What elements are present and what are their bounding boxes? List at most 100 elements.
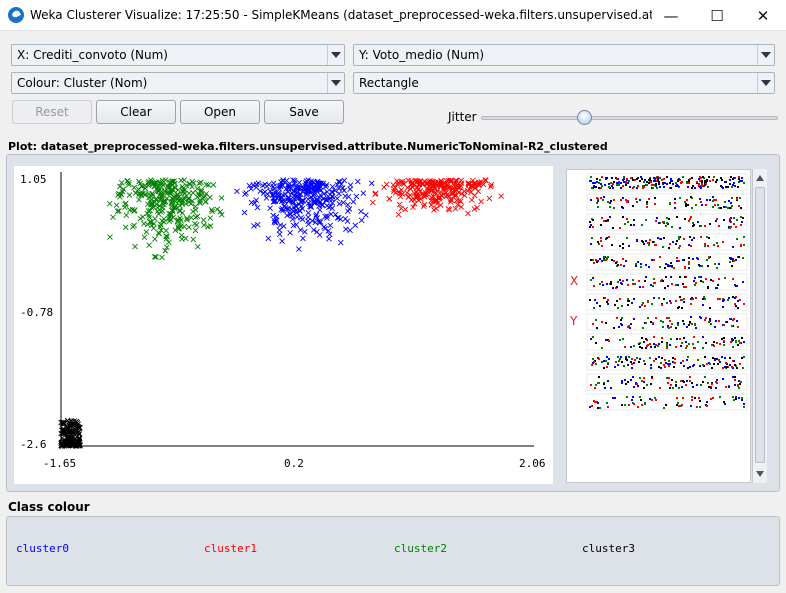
attribute-point	[627, 364, 629, 366]
legend-cluster1[interactable]: cluster1	[204, 542, 257, 555]
attribute-point	[643, 181, 645, 183]
attribute-point	[603, 360, 605, 362]
attribute-point	[724, 357, 726, 359]
y-axis-select[interactable]: Y: Voto_medio (Num)	[353, 44, 775, 66]
colour-select[interactable]: Colour: Cluster (Nom)	[11, 72, 345, 94]
cluster0-point	[352, 222, 359, 229]
scroll-down-icon[interactable]	[756, 471, 764, 477]
attribute-point	[596, 178, 598, 180]
attribute-point	[625, 199, 627, 201]
reset-button[interactable]: Reset	[12, 100, 92, 124]
cluster2-point	[190, 208, 196, 215]
attribute-point	[670, 262, 672, 264]
jitter-slider[interactable]	[481, 116, 778, 120]
attribute-point	[676, 397, 678, 399]
attribute-point	[619, 227, 621, 229]
attribute-point	[622, 280, 624, 282]
cluster0-point	[321, 224, 327, 230]
attribute-point	[632, 205, 634, 207]
attribute-point	[601, 176, 603, 178]
attribute-row[interactable]	[586, 253, 748, 271]
attribute-point	[725, 186, 727, 188]
attribute-point	[680, 380, 682, 382]
attribute-point	[659, 387, 661, 389]
attribute-point	[719, 343, 721, 345]
attribute-point	[589, 299, 591, 301]
attribute-point	[690, 216, 692, 218]
attribute-point	[698, 183, 700, 185]
legend-cluster3[interactable]: cluster3	[582, 542, 635, 555]
y-tick-label: 1.05	[20, 173, 47, 186]
attribute-point	[637, 406, 639, 408]
cluster0-point	[241, 209, 248, 216]
attribute-point	[590, 338, 592, 340]
cluster2-point	[124, 178, 131, 184]
attribute-point	[712, 179, 714, 181]
attribute-point	[715, 381, 717, 383]
legend-cluster0[interactable]: cluster0	[16, 542, 69, 555]
attribute-point	[593, 285, 595, 287]
attribute-point	[687, 204, 689, 206]
attribute-panel[interactable]	[566, 169, 751, 483]
attribute-point	[658, 222, 660, 224]
save-button[interactable]: Save	[264, 100, 344, 124]
attribute-point	[739, 299, 741, 301]
attribute-point	[655, 185, 657, 187]
attribute-point	[590, 384, 592, 386]
attribute-point	[681, 307, 683, 309]
scatter-plot-svg[interactable]	[14, 166, 553, 484]
jitter-slider-thumb[interactable]	[577, 110, 592, 125]
legend-cluster2[interactable]: cluster2	[394, 542, 447, 555]
attribute-point	[636, 383, 638, 385]
attribute-point	[736, 367, 738, 369]
clear-button[interactable]: Clear	[96, 100, 176, 124]
attribute-point	[714, 204, 716, 206]
attribute-point	[668, 360, 670, 362]
attribute-point	[626, 396, 628, 398]
attribute-point	[655, 358, 657, 360]
attribute-point	[737, 186, 739, 188]
minimize-button[interactable]: —	[648, 0, 694, 31]
shape-select[interactable]: Rectangle	[353, 72, 775, 94]
attribute-point	[590, 259, 592, 261]
attribute-point	[620, 187, 622, 189]
attribute-point	[645, 240, 647, 242]
maximize-button[interactable]: ☐	[694, 0, 740, 31]
attribute-point	[591, 364, 593, 366]
attribute-point	[592, 277, 594, 279]
scroll-up-icon[interactable]	[756, 175, 764, 181]
attribute-point	[648, 266, 650, 268]
attribute-point	[634, 179, 636, 181]
attribute-point	[611, 185, 613, 187]
attribute-point	[688, 263, 690, 265]
attribute-bars-svg[interactable]	[567, 170, 752, 484]
attribute-point	[672, 387, 674, 389]
attribute-point	[657, 177, 659, 179]
attribute-point	[700, 225, 702, 227]
attribute-point	[601, 281, 603, 283]
attribute-scrollbar[interactable]	[752, 169, 767, 483]
attribute-point	[639, 286, 641, 288]
attribute-point	[634, 283, 636, 285]
attribute-point	[699, 365, 701, 367]
attribute-point	[711, 383, 713, 385]
cluster0-point	[341, 177, 348, 184]
attribute-point	[639, 346, 641, 348]
attribute-point	[687, 356, 689, 358]
attribute-point	[672, 361, 674, 363]
attribute-point	[662, 326, 664, 328]
attribute-point	[644, 280, 646, 282]
attribute-point	[693, 224, 695, 226]
x-attribute-marker: X	[570, 274, 579, 288]
cluster0-point	[287, 229, 293, 236]
attribute-point	[590, 180, 592, 182]
scroll-thumb[interactable]	[755, 187, 765, 463]
scatter-plot[interactable]	[14, 166, 553, 484]
attribute-point	[734, 337, 736, 339]
x-axis-select[interactable]: X: Crediti_convoto (Num)	[11, 44, 345, 66]
open-button[interactable]: Open	[180, 100, 260, 124]
attribute-point	[630, 177, 632, 179]
close-button[interactable]: ✕	[740, 0, 786, 31]
attribute-point	[627, 381, 629, 383]
attribute-point	[649, 357, 651, 359]
